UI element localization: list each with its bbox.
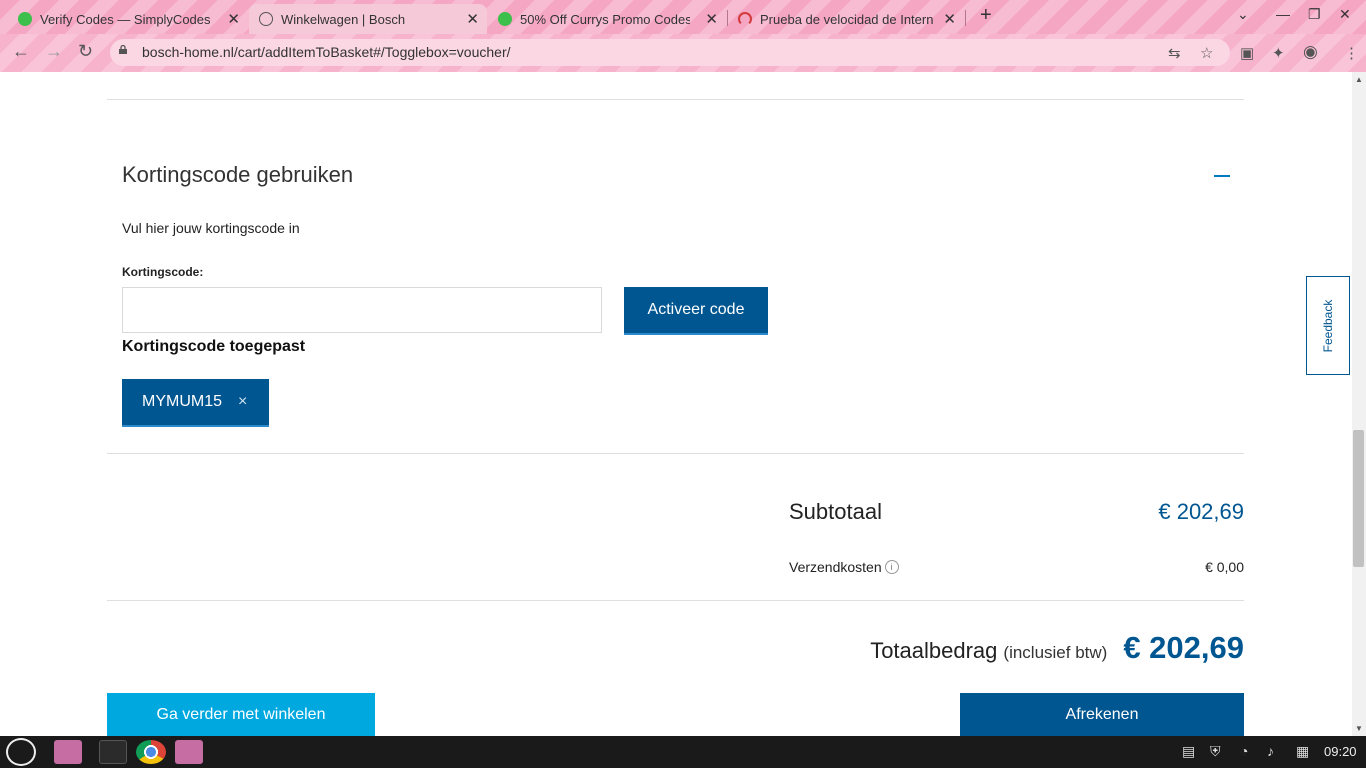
collapse-minus-icon[interactable] (1214, 175, 1230, 177)
back-arrow-icon[interactable]: ← (12, 41, 30, 62)
page-scrollbar[interactable] (1352, 72, 1366, 736)
notes-icon[interactable]: ▦ (1296, 743, 1309, 760)
remove-code-icon[interactable]: × (238, 393, 247, 411)
chrome-icon[interactable] (136, 740, 166, 764)
scroll-up-arrow-icon[interactable]: ▲ (1355, 75, 1363, 84)
applied-code-chip: MYMUM15 × (122, 379, 269, 427)
checkout-button[interactable]: Afrekenen (960, 693, 1244, 736)
continue-shopping-button[interactable]: Ga verder met winkelen (107, 693, 375, 736)
tab-simplycodes[interactable]: Verify Codes — SimplyCodes ✕ (0, 4, 248, 34)
reload-icon[interactable]: ↻ (78, 41, 93, 62)
subtotal-value: € 202,69 (1158, 499, 1244, 524)
tab-title: Verify Codes — SimplyCodes (40, 11, 211, 27)
close-tab-icon[interactable]: ✕ (943, 10, 956, 28)
applied-code-heading: Kortingscode toegepast (122, 338, 306, 355)
tab-bar: Verify Codes — SimplyCodes ✕ Winkelwagen… (0, 0, 1366, 34)
maximize-icon[interactable]: ❐ (1308, 6, 1321, 23)
tab-title: Winkelwagen | Bosch (281, 11, 406, 27)
tab-search-icon[interactable]: ⌄ (1237, 6, 1249, 23)
voucher-section-title[interactable]: Kortingscode gebruiken (122, 162, 353, 188)
new-tab-button[interactable]: + (980, 4, 992, 27)
url-text[interactable]: bosch-home.nl/cart/addItemToBasket#/Togg… (142, 44, 511, 60)
feedback-label: Feedback (1321, 299, 1335, 352)
activate-code-button[interactable]: Activeer code (624, 287, 768, 335)
divider (107, 453, 1244, 454)
shipping-label: Verzendkosten (789, 559, 882, 575)
shipping-value: € 0,00 (1205, 559, 1244, 575)
taskbar-clock: 09:20 (1324, 744, 1357, 759)
divider (107, 600, 1244, 601)
extension-icon[interactable]: ▣ (1240, 44, 1254, 62)
scroll-down-arrow-icon[interactable]: ▼ (1355, 724, 1363, 733)
files-folder-icon[interactable] (54, 740, 82, 764)
tab-bosch[interactable]: Winkelwagen | Bosch ✕ (249, 4, 487, 34)
voucher-code-input[interactable] (122, 287, 602, 333)
shipping-label-row: Verzendkosten i (789, 559, 899, 575)
terminal-icon[interactable] (99, 740, 127, 764)
voucher-field-label: Kortingscode: (122, 265, 204, 279)
minimize-icon[interactable]: — (1276, 6, 1290, 22)
simplycodes-favicon-icon (498, 12, 512, 26)
total-label: Totaalbedrag (870, 638, 998, 663)
forward-arrow-icon[interactable]: → (45, 41, 63, 62)
divider (107, 99, 1244, 100)
menu-kebab-icon[interactable]: ⋮ (1344, 44, 1359, 62)
volume-icon[interactable]: ♪ (1267, 743, 1274, 759)
close-tab-icon[interactable]: ✕ (705, 10, 718, 28)
info-icon[interactable]: i (884, 560, 899, 574)
close-tab-icon[interactable]: ✕ (466, 10, 479, 28)
wifi-icon[interactable]: ◔ (1240, 743, 1248, 759)
tab-separator (965, 10, 966, 26)
translate-icon[interactable]: ⇆ (1168, 44, 1181, 62)
clipboard-icon[interactable]: ▤ (1182, 743, 1195, 760)
scrollbar-thumb[interactable] (1353, 430, 1364, 567)
bosch-favicon-icon (259, 12, 273, 26)
lock-icon (119, 45, 127, 54)
total-row: Totaalbedrag (inclusief btw) € 202,69 (870, 630, 1244, 666)
tab-speedtest[interactable]: Prueba de velocidad de Intern ✕ (728, 4, 964, 34)
feedback-tab[interactable]: Feedback (1306, 276, 1350, 375)
profile-avatar[interactable]: ◉ (1303, 42, 1318, 62)
cart-page: Kortingscode gebruiken Vul hier jouw kor… (0, 72, 1352, 736)
applied-code-value: MYMUM15 (142, 393, 223, 410)
speedometer-favicon-icon (738, 12, 752, 26)
total-value: € 202,69 (1123, 630, 1244, 665)
os-taskbar (0, 736, 1366, 768)
tab-currys[interactable]: 50% Off Currys Promo Codes ✕ (488, 4, 726, 34)
close-tab-icon[interactable]: ✕ (227, 10, 240, 28)
voucher-intro-text: Vul hier jouw kortingscode in (122, 220, 300, 236)
tab-title: Prueba de velocidad de Intern (760, 11, 934, 27)
bookmark-star-icon[interactable]: ☆ (1200, 44, 1213, 62)
tab-title: 50% Off Currys Promo Codes (520, 11, 690, 27)
folder-icon[interactable] (175, 740, 203, 764)
total-vat-note: (inclusief btw) (1003, 643, 1108, 662)
puzzle-extensions-icon[interactable]: ✦ (1272, 44, 1285, 62)
mint-menu-icon[interactable] (6, 738, 36, 766)
shield-icon[interactable]: ⛨ (1210, 743, 1221, 760)
subtotal-label: Subtotaal (789, 499, 882, 524)
simplycodes-favicon-icon (18, 12, 32, 26)
close-window-icon[interactable]: ✕ (1339, 6, 1351, 23)
